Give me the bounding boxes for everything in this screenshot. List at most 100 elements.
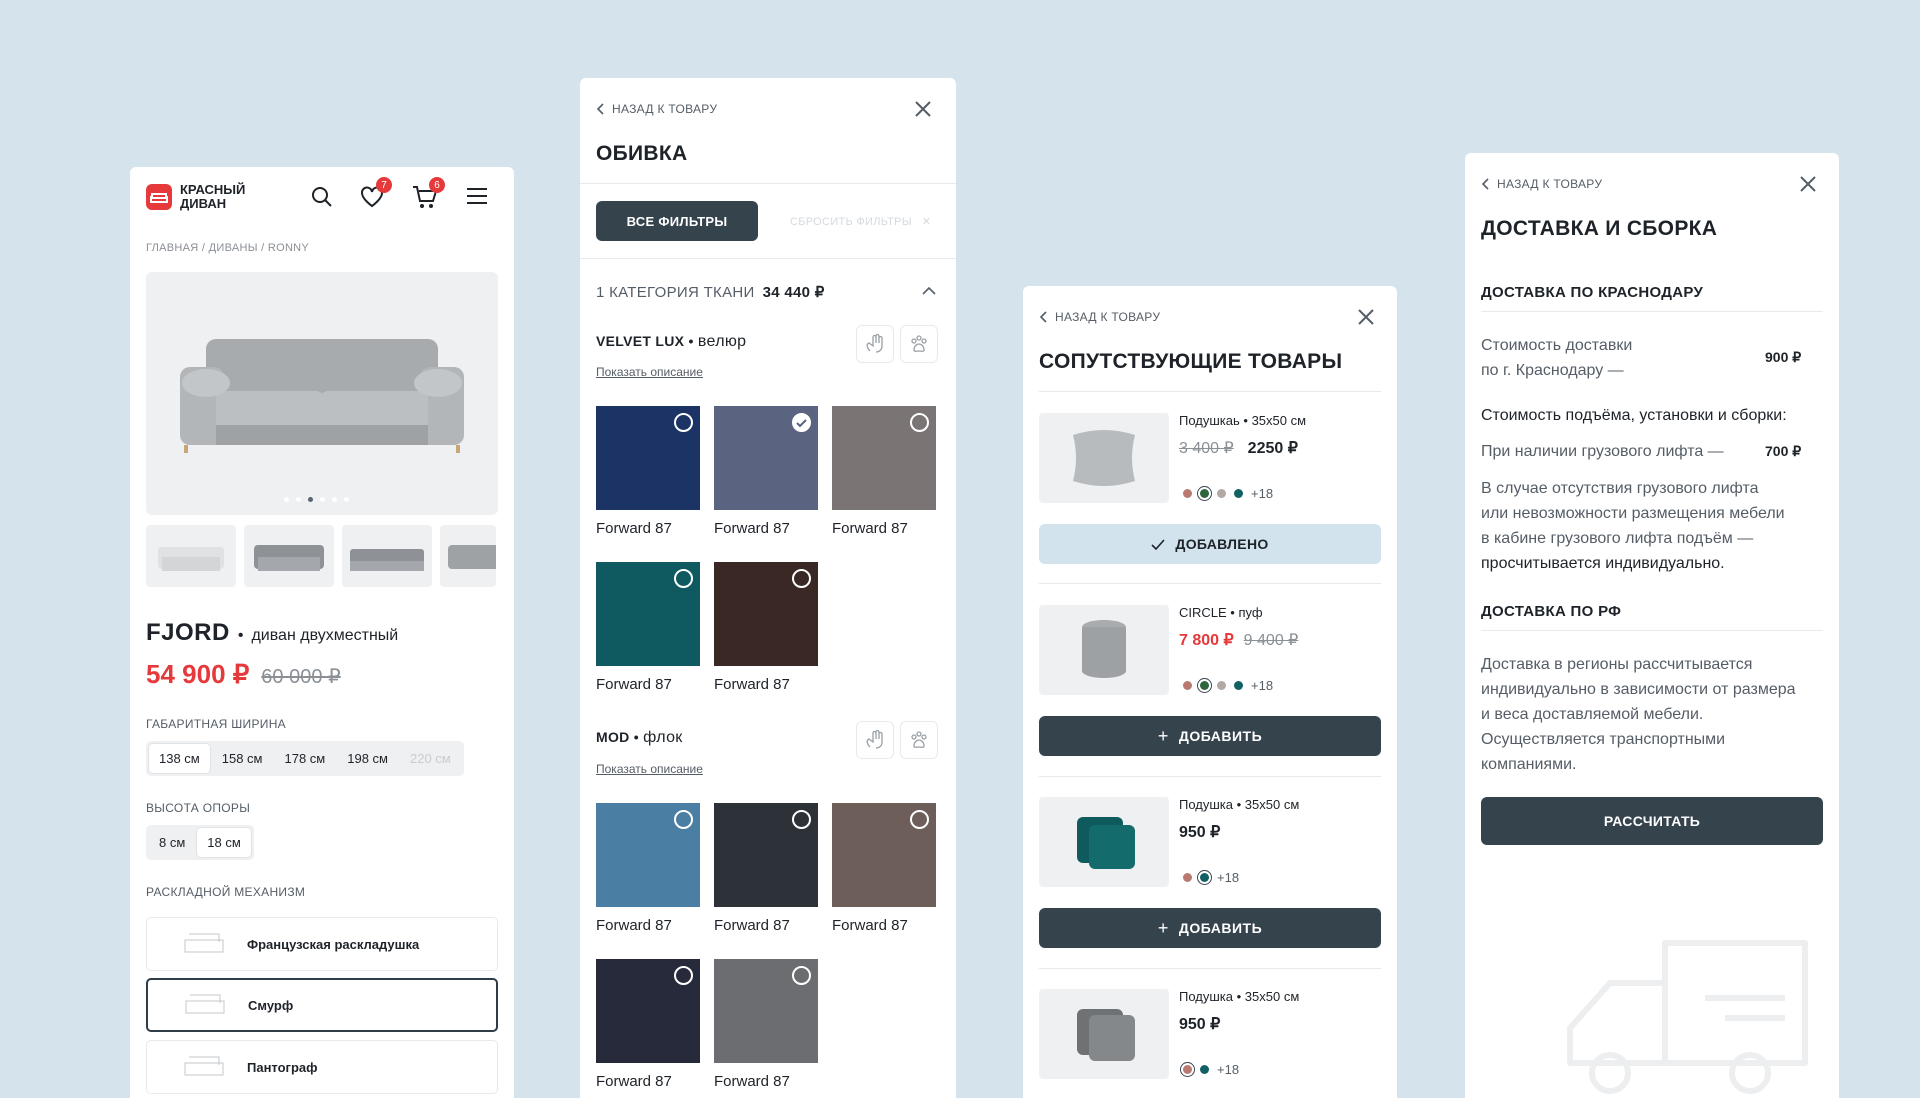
back-link[interactable]: НАЗАД К ТОВАРУ: [1039, 310, 1160, 324]
breadcrumb[interactable]: ГЛАВНАЯ / ДИВАНЫ / RONNY: [146, 242, 309, 254]
product-name: FJORD: [146, 619, 230, 646]
truck-icon: [1567, 940, 1808, 1094]
section-title: ДОСТАВКА ПО РФ: [1481, 603, 1622, 620]
mechanism-option[interactable]: Пантограф: [146, 1040, 498, 1094]
fabric-category[interactable]: 1 КАТЕГОРИЯ ТКАНИ 34 440 ₽: [596, 283, 825, 301]
fabric-swatch[interactable]: [714, 803, 818, 907]
product-image[interactable]: [1039, 989, 1169, 1079]
width-option-disabled: 220 см: [410, 751, 451, 766]
radio-icon: [910, 810, 929, 829]
fabric-swatch[interactable]: [596, 562, 700, 666]
price: 2250 ₽: [1247, 440, 1298, 457]
radio-icon: [674, 966, 693, 985]
lift-value: 700 ₽: [1765, 443, 1802, 459]
check-icon: [792, 413, 811, 432]
mechanism-option[interactable]: Французская раскладушка: [146, 917, 498, 971]
color-options[interactable]: +18: [1183, 486, 1273, 501]
logo-line1: КРАСНЫЙ: [180, 182, 246, 197]
calculate-button[interactable]: РАССЧИТАТЬ: [1481, 797, 1823, 845]
fabric-swatch[interactable]: [714, 959, 818, 1063]
radio-icon: [674, 569, 693, 588]
wishlist-badge: 7: [376, 177, 392, 193]
fabric-swatch[interactable]: [714, 562, 818, 666]
product-panel: КРАСНЫЙ ДИВАН 7 6 ГЛАВНАЯ / ДИВАНЫ / RON…: [130, 167, 514, 1098]
menu-icon[interactable]: [466, 187, 488, 205]
thumbnail[interactable]: [146, 525, 236, 587]
sofa-outline-icon: [184, 1056, 224, 1076]
delivery-cost-value: 900 ₽: [1765, 349, 1802, 365]
plus-icon: +: [1157, 917, 1169, 938]
chevron-up-icon[interactable]: [922, 286, 936, 295]
hand-icon: [856, 325, 894, 363]
radio-icon: [792, 966, 811, 985]
price: 950 ₽: [1179, 1016, 1221, 1033]
fabric-swatch-selected[interactable]: [714, 406, 818, 510]
delivery-panel: НАЗАД К ТОВАРУ ДОСТАВКА И СБОРКА ДОСТАВК…: [1465, 153, 1839, 1098]
product-image[interactable]: [1039, 797, 1169, 887]
add-button[interactable]: + ДОБАВИТЬ: [1039, 716, 1381, 756]
search-icon[interactable]: [310, 185, 334, 209]
radio-icon: [792, 810, 811, 829]
product-name: Подушка: [1179, 797, 1234, 812]
fabric-swatch[interactable]: [832, 406, 936, 510]
swatch-label: Forward 87: [714, 917, 790, 934]
back-link[interactable]: НАЗАД К ТОВАРУ: [596, 102, 717, 116]
fabric-swatch[interactable]: [596, 959, 700, 1063]
related-products-panel: НАЗАД К ТОВАРУ СОПУТСТВУЮЩИЕ ТОВАРЫ Поду…: [1023, 286, 1397, 1098]
mechanism-option-selected[interactable]: Смурф: [146, 978, 498, 1032]
back-link[interactable]: НАЗАД К ТОВАРУ: [1481, 177, 1602, 191]
show-description-link[interactable]: Показать описание: [596, 365, 703, 379]
product-image[interactable]: [1039, 413, 1169, 503]
close-icon[interactable]: [1799, 175, 1817, 193]
swatch-label: Forward 87: [714, 676, 790, 693]
product-size: 35x50 см: [1244, 989, 1300, 1004]
delivery-cost-text: по г. Краснодару —: [1481, 362, 1624, 379]
show-description-link[interactable]: Показать описание: [596, 762, 703, 776]
height-option[interactable]: 8 см: [149, 828, 195, 857]
swatch-label: Forward 87: [596, 1073, 672, 1090]
height-label: ВЫСОТА ОПОРЫ: [146, 801, 251, 815]
product-name: CIRCLE: [1179, 605, 1227, 620]
fabric-swatch[interactable]: [596, 803, 700, 907]
mechanism-label: РАСКЛАДНОЙ МЕХАНИЗМ: [146, 885, 306, 899]
fabric-swatch[interactable]: [596, 406, 700, 510]
close-icon[interactable]: [1357, 308, 1375, 326]
width-option[interactable]: 158 см: [212, 744, 273, 773]
product-gallery[interactable]: [146, 272, 498, 515]
product-size: 35x50 см: [1251, 413, 1307, 428]
width-selector: 138 см 158 см 178 см 198 см 220 см: [146, 741, 464, 776]
logo[interactable]: КРАСНЫЙ ДИВАН: [146, 183, 245, 211]
reset-filters-button[interactable]: СБРОСИТЬ ФИЛЬТРЫ ✕: [790, 215, 931, 229]
added-button[interactable]: ДОБАВЛЕНО: [1039, 524, 1381, 564]
color-options[interactable]: +18: [1183, 870, 1239, 885]
hand-icon: [856, 721, 894, 759]
all-filters-button[interactable]: ВСЕ ФИЛЬТРЫ: [596, 201, 758, 241]
sofa-outline-icon: [185, 994, 225, 1014]
gallery-dots[interactable]: [284, 497, 349, 502]
swatch-label: Forward 87: [596, 520, 672, 537]
thumbnail[interactable]: [440, 525, 496, 587]
width-option[interactable]: 198 см: [337, 744, 398, 773]
radio-icon: [792, 569, 811, 588]
swatch-label: Forward 87: [714, 1073, 790, 1090]
old-price: 3 400 ₽: [1179, 440, 1234, 457]
close-icon[interactable]: [914, 100, 932, 118]
thumbnail[interactable]: [342, 525, 432, 587]
paw-icon: [900, 721, 938, 759]
product-name: Подушкаь: [1179, 413, 1240, 428]
height-option[interactable]: 18 см: [197, 828, 251, 857]
add-button[interactable]: + ДОБАВИТЬ: [1039, 908, 1381, 948]
width-option[interactable]: 138 см: [149, 744, 210, 773]
product-image[interactable]: [1039, 605, 1169, 695]
color-options[interactable]: +18: [1183, 1062, 1239, 1077]
width-option[interactable]: 178 см: [275, 744, 336, 773]
thumbnail-strip: [146, 525, 496, 587]
thumbnail[interactable]: [244, 525, 334, 587]
price: 7 800 ₽: [1179, 632, 1234, 649]
product-price: 54 900 ₽: [146, 659, 250, 689]
upholstery-panel: НАЗАД К ТОВАРУ ОБИВКА ВСЕ ФИЛЬТРЫ СБРОСИ…: [580, 78, 956, 1098]
old-price: 9 400 ₽: [1243, 632, 1299, 649]
fabric-swatch[interactable]: [832, 803, 936, 907]
price: 950 ₽: [1179, 824, 1221, 841]
color-options[interactable]: +18: [1183, 678, 1273, 693]
